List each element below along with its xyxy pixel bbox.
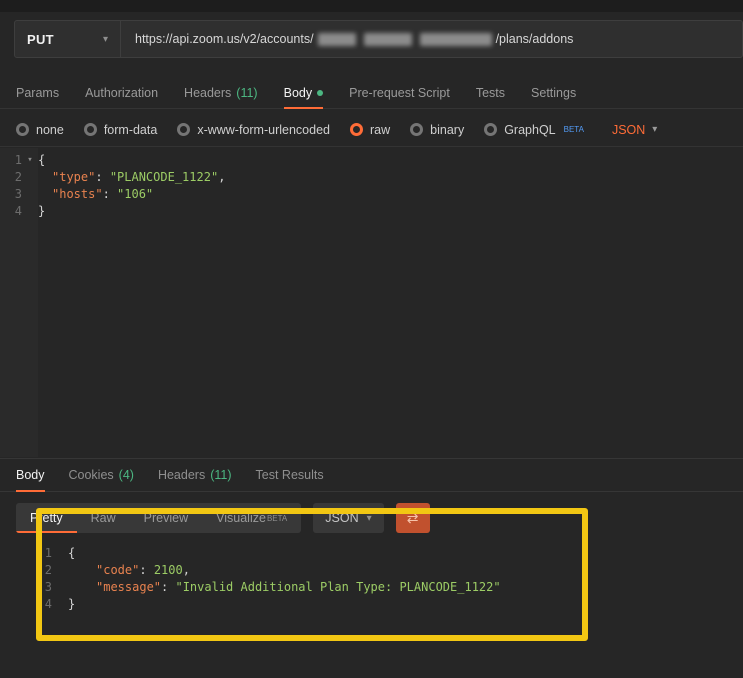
line-number: 2 bbox=[14, 170, 22, 184]
redacted-url-segment bbox=[419, 32, 492, 46]
request-format-dropdown[interactable]: JSON ▾ bbox=[612, 123, 657, 137]
tab-label: Tests bbox=[475, 85, 506, 100]
tab-label: Pre-request Script bbox=[349, 85, 450, 100]
radio-selected-icon bbox=[350, 123, 363, 136]
tab-label: Authorization bbox=[85, 85, 159, 100]
chevron-down-icon: ▾ bbox=[102, 33, 108, 45]
response-tab-body[interactable]: Body bbox=[16, 459, 45, 492]
body-mode-graphql[interactable]: GraphQL BETA bbox=[484, 123, 584, 137]
tab-count-badge: (11) bbox=[210, 468, 232, 482]
request-tab-authorization[interactable]: Authorization bbox=[85, 77, 158, 108]
body-mode-label: form-data bbox=[103, 122, 158, 137]
body-mode-label: none bbox=[36, 122, 64, 137]
annotation-highlight-box bbox=[36, 508, 588, 641]
body-mode-label: GraphQL bbox=[504, 122, 556, 137]
code-token: "PLANCODE_1122" bbox=[109, 170, 219, 184]
method-dropdown[interactable]: PUT ▾ bbox=[15, 21, 121, 57]
body-mode-none[interactable]: none bbox=[16, 123, 64, 137]
line-number: 4 bbox=[14, 204, 22, 218]
tab-label: Settings bbox=[531, 85, 577, 100]
code-line: 2 "type": "PLANCODE_1122", bbox=[0, 169, 743, 186]
request-tab-tests[interactable]: Tests bbox=[476, 77, 505, 108]
method-label: PUT bbox=[27, 31, 54, 47]
radio-unselected-icon bbox=[177, 123, 191, 136]
request-url-bar: PUT ▾ https://api.zoom.us/v2/accounts/ /p… bbox=[14, 20, 743, 58]
tab-label: Params bbox=[16, 85, 60, 100]
code-token: : bbox=[102, 187, 118, 201]
line-number: 3 bbox=[14, 187, 22, 201]
url-prefix: https://api.zoom.us/v2/accounts/ bbox=[135, 32, 314, 46]
response-tab-test-results[interactable]: Test Results bbox=[256, 459, 324, 491]
tab-label: Body bbox=[16, 468, 45, 482]
request-tab-headers[interactable]: Headers (11) bbox=[184, 77, 258, 108]
tab-label: Cookies bbox=[68, 468, 114, 482]
code-token: { bbox=[38, 153, 46, 167]
body-type-row: none form-data x-www-form-urlencoded raw bin… bbox=[0, 113, 743, 147]
fold-caret-icon[interactable]: ▾ bbox=[22, 152, 38, 169]
code-token: "106" bbox=[117, 187, 154, 201]
code-token: : bbox=[95, 170, 110, 184]
tab-label: Headers bbox=[157, 468, 206, 482]
code-line: 1 ▾{ bbox=[0, 152, 743, 169]
tab-label: Test Results bbox=[255, 468, 324, 482]
redacted-url-segment bbox=[363, 32, 412, 46]
code-token: "hosts" bbox=[52, 187, 103, 201]
url-input[interactable]: https://api.zoom.us/v2/accounts/ /plans/a… bbox=[121, 21, 573, 57]
tab-label: Headers bbox=[184, 85, 232, 100]
code-text: { bbox=[38, 152, 45, 169]
request-tab-body[interactable]: Body bbox=[283, 77, 324, 109]
body-mode-x-www-form-urlencoded[interactable]: x-www-form-urlencoded bbox=[177, 123, 330, 137]
request-tab-settings[interactable]: Settings bbox=[531, 77, 576, 108]
chevron-down-icon: ▾ bbox=[652, 124, 658, 135]
code-text: } bbox=[38, 203, 45, 220]
code-token: } bbox=[38, 204, 46, 218]
tab-count-badge: (11) bbox=[236, 85, 258, 100]
body-mode-label: x-www-form-urlencoded bbox=[197, 122, 330, 137]
tab-label: Body bbox=[283, 85, 313, 100]
body-mode-raw[interactable]: raw bbox=[350, 123, 390, 137]
code-token: , bbox=[218, 170, 226, 184]
response-tab-cookies[interactable]: Cookies (4) bbox=[69, 459, 134, 491]
body-set-indicator-dot bbox=[317, 89, 324, 96]
tab-count-badge: (4) bbox=[118, 468, 134, 482]
window-top-edge bbox=[0, 0, 743, 12]
code-line: 4} bbox=[0, 203, 743, 220]
radio-unselected-icon bbox=[484, 123, 498, 136]
code-token: "type" bbox=[52, 170, 96, 184]
response-tab-headers[interactable]: Headers (11) bbox=[158, 459, 232, 491]
line-number: 1 bbox=[14, 153, 22, 167]
radio-unselected-icon bbox=[16, 123, 29, 136]
request-body-editor[interactable]: 1 ▾{2 "type": "PLANCODE_1122", 3 "hosts": "1… bbox=[0, 148, 743, 457]
request-tab-pre-request-script[interactable]: Pre-request Script bbox=[349, 77, 450, 108]
request-format-label: JSON bbox=[611, 122, 646, 137]
code-line: 3 "hosts": "106" bbox=[0, 186, 743, 203]
request-tabs: Params Authorization Headers (11) Body Pre-re… bbox=[0, 77, 743, 109]
body-mode-label: raw bbox=[370, 122, 391, 137]
code-text: "hosts": "106" bbox=[38, 186, 153, 203]
body-mode-form-data[interactable]: form-data bbox=[83, 122, 158, 137]
radio-unselected-icon bbox=[83, 123, 97, 136]
code-text: "type": "PLANCODE_1122", bbox=[38, 169, 225, 186]
body-mode-label: binary bbox=[430, 122, 465, 137]
body-mode-binary[interactable]: binary bbox=[410, 123, 464, 137]
request-tab-params[interactable]: Params bbox=[16, 77, 59, 108]
redacted-url-segment bbox=[317, 32, 356, 46]
radio-unselected-icon bbox=[410, 123, 424, 136]
response-tabs: Body Cookies (4) Headers (11) Test Results bbox=[0, 458, 743, 492]
beta-badge: BETA bbox=[563, 125, 584, 134]
url-suffix: /plans/addons bbox=[495, 32, 574, 46]
